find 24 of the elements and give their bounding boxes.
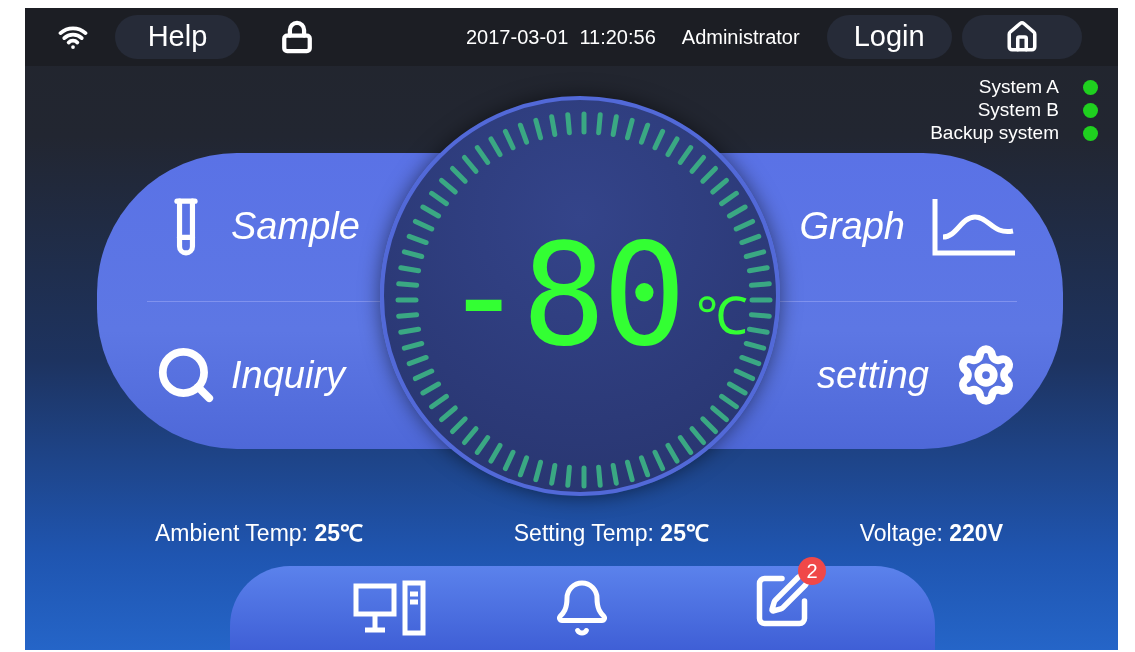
- menu-item[interactable]: Graph: [799, 196, 1017, 257]
- lock-icon: [280, 20, 314, 54]
- menu-item[interactable]: Sample: [155, 195, 360, 258]
- menu-item[interactable]: setting: [817, 344, 1017, 407]
- reading-text: Setting Temp: 25℃: [513, 519, 709, 548]
- home-icon: [1004, 20, 1039, 54]
- menu-item[interactable]: Inquiry: [155, 344, 346, 407]
- system-label: System B: [977, 99, 1059, 121]
- temperature-reading: -80: [441, 226, 683, 366]
- datetime-text: 2017-03-01 11:20:56: [466, 25, 656, 50]
- help-button[interactable]: Help: [115, 15, 240, 59]
- line-graph-icon: [931, 196, 1017, 257]
- home-button[interactable]: [961, 15, 1082, 59]
- system-label: Backup system: [930, 122, 1059, 144]
- desktop-computer-icon: [352, 580, 427, 636]
- user-name: Administrator: [681, 25, 800, 50]
- reading-text: Ambient Temp: 25℃: [155, 519, 363, 548]
- reading-text: Voltage: 220V: [859, 519, 1003, 548]
- notification-badge: 2: [798, 557, 827, 585]
- computer-button[interactable]: [352, 580, 427, 636]
- notes-button[interactable]: 2: [738, 557, 827, 645]
- login-button[interactable]: Login: [826, 15, 952, 59]
- temperature-unit: ℃: [696, 286, 749, 347]
- system-label: System A: [978, 76, 1059, 98]
